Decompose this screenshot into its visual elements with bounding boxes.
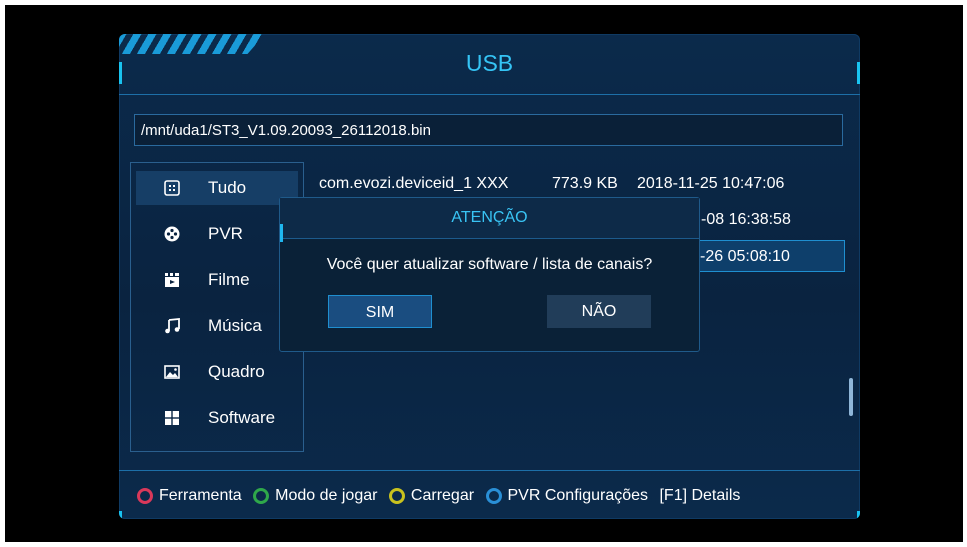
hint-label: PVR Configurações (507, 487, 649, 504)
sidebar-item-pvr[interactable]: PVR (136, 217, 298, 251)
file-row-selected[interactable]: -26 05:08:10 (695, 240, 845, 272)
hint-label: Modo de jogar (275, 487, 378, 504)
category-sidebar: Tudo PVR Filme Música Quadro Software (130, 162, 304, 452)
yes-button[interactable]: SIM (328, 295, 432, 328)
red-button-icon (137, 488, 153, 504)
sidebar-item-label: Tudo (208, 178, 247, 197)
dialog-edge-marker (280, 224, 283, 242)
sidebar-item-filme[interactable]: Filme (136, 263, 298, 297)
yellow-button-icon (388, 488, 405, 504)
sidebar-item-musica[interactable]: Música (136, 309, 298, 343)
divider (119, 94, 860, 95)
film-reel-icon (164, 226, 180, 242)
hint-yellow[interactable]: Carregar (388, 487, 479, 504)
windows-icon (165, 411, 179, 425)
sidebar-item-label: Software (208, 408, 276, 427)
hint-blue[interactable]: PVR Configurações (485, 487, 653, 504)
sidebar-item-label: Música (208, 316, 262, 335)
hint-label: Carregar (410, 487, 475, 504)
file-size: 773.9 KB (552, 175, 618, 192)
file-path-field: /mnt/uda1/ST3_V1.09.20093_26112018.bin (134, 114, 843, 146)
hint-label: Ferramenta (159, 487, 242, 504)
scrollbar-thumb[interactable] (849, 378, 853, 416)
divider (119, 470, 860, 471)
file-name: com.evozi.deviceid_1 XXX (319, 175, 509, 192)
sidebar-item-software[interactable]: Software (136, 401, 298, 435)
dialog-title: ATENÇÃO (280, 198, 699, 239)
edge-marker-bottom-right (857, 511, 860, 519)
sidebar-item-quadro[interactable]: Quadro (136, 355, 298, 389)
clapperboard-icon (165, 273, 179, 287)
sidebar-item-label: PVR (208, 224, 243, 243)
sidebar-item-label: Filme (208, 270, 250, 289)
hint-red[interactable]: Ferramenta (137, 487, 246, 504)
page-title: USB (465, 50, 514, 76)
blue-button-icon (485, 488, 502, 504)
file-row[interactable]: com.evozi.deviceid_1 XXX 773.9 KB 2018-1… (319, 168, 839, 200)
hint-green[interactable]: Modo de jogar (253, 487, 382, 504)
music-note-icon (165, 318, 180, 334)
green-button-icon (253, 488, 270, 504)
hint-f1[interactable]: [F1] Details (659, 487, 740, 504)
file-date: -26 05:08:10 (700, 248, 790, 265)
footer-hints: Ferramenta Modo de jogar Carregar PVR Co… (137, 483, 847, 509)
file-date: -08 16:38:58 (701, 211, 791, 228)
sidebar-item-label: Quadro (208, 362, 265, 381)
no-button[interactable]: NÃO (547, 295, 651, 328)
file-date: 2018-11-25 10:47:06 (637, 175, 785, 192)
hint-label: [F1] Details (659, 487, 741, 504)
dialog-message: Você quer atualizar software / lista de … (326, 256, 653, 273)
confirm-dialog: ATENÇÃO Você quer atualizar software / l… (279, 197, 700, 352)
file-row[interactable]: -08 16:38:58 (701, 204, 860, 236)
grid-icon (164, 180, 180, 196)
sidebar-item-tudo[interactable]: Tudo (136, 171, 298, 205)
edge-marker-bottom-left (119, 511, 122, 519)
picture-icon (164, 365, 180, 379)
